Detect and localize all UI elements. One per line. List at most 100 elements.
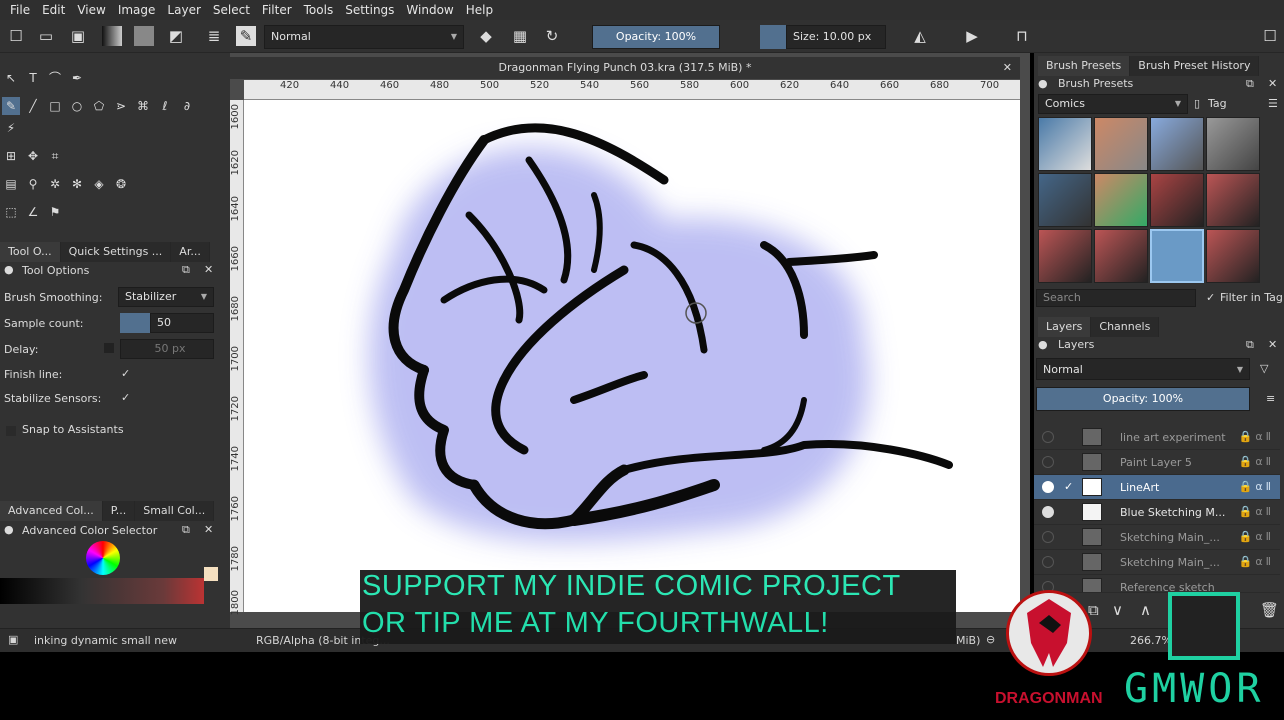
save-icon[interactable]: ▣ xyxy=(68,26,88,46)
color-wheel[interactable] xyxy=(86,541,120,575)
visibility-icon[interactable] xyxy=(1042,506,1054,518)
brush-preset[interactable] xyxy=(1206,229,1260,283)
tab-tool-options[interactable]: Tool O... xyxy=(0,242,61,262)
float-icon[interactable]: ⧉ xyxy=(1246,336,1254,354)
menu-icon[interactable]: ≡ xyxy=(1266,390,1275,408)
rect-select-icon[interactable]: ⬚ xyxy=(2,203,20,221)
new-document-icon[interactable]: ☐ xyxy=(6,26,26,46)
brush-preset[interactable] xyxy=(1094,117,1148,171)
preset-search-input[interactable]: Search xyxy=(1036,289,1196,307)
reference-tool-icon[interactable]: ⚑ xyxy=(46,203,64,221)
layer-lock-icon[interactable]: 🔒αⅡ xyxy=(1239,480,1274,493)
rectangle-tool-icon[interactable]: □ xyxy=(46,97,64,115)
calligraphy-icon[interactable]: ✒ xyxy=(68,69,86,87)
brush-settings-icon[interactable]: ≣ xyxy=(204,26,224,46)
layer-row[interactable]: Blue Sketching M... 🔒αⅡ xyxy=(1034,500,1280,525)
freehand-path-icon[interactable]: ℓ xyxy=(156,97,174,115)
color-swap-icon[interactable]: ◩ xyxy=(166,26,186,46)
mirror-vertical-icon[interactable]: ▶ xyxy=(962,26,982,46)
visibility-icon[interactable] xyxy=(1042,531,1054,543)
brush-preset-selected[interactable] xyxy=(1150,229,1204,283)
close-icon[interactable]: ✕ xyxy=(1268,336,1277,354)
move-up-icon[interactable]: ∧ xyxy=(1140,601,1151,619)
delay-checkbox[interactable] xyxy=(104,343,114,353)
transform-tool-icon[interactable]: ⊞ xyxy=(2,147,20,165)
brush-preset[interactable] xyxy=(1206,117,1260,171)
tab-small-color[interactable]: Small Col... xyxy=(135,501,215,521)
brush-preset[interactable] xyxy=(1038,173,1092,227)
tab-brush-history[interactable]: Brush Preset History xyxy=(1130,56,1260,76)
check-icon[interactable]: ✓ xyxy=(1064,480,1073,493)
pattern-icon[interactable] xyxy=(134,26,154,46)
tab-artistic[interactable]: Ar... xyxy=(171,242,210,262)
mirror-horizontal-icon[interactable]: ◭ xyxy=(910,26,930,46)
filter-check-icon[interactable]: ✓ xyxy=(1206,289,1215,307)
crop-icon[interactable]: ⊓ xyxy=(1012,26,1032,46)
color-swatch[interactable] xyxy=(204,567,218,581)
menu-settings[interactable]: Settings xyxy=(339,3,400,17)
float-icon[interactable]: ⧉ xyxy=(182,263,190,277)
tab-channels[interactable]: Channels xyxy=(1091,317,1160,337)
close-icon[interactable]: ✕ xyxy=(204,523,213,536)
snap-checkbox[interactable] xyxy=(6,426,16,436)
assistant-tool-icon[interactable]: ✻ xyxy=(68,175,86,193)
menu-layer[interactable]: Layer xyxy=(161,3,206,17)
multibrush-icon[interactable]: ⚡ xyxy=(2,119,20,137)
menu-window[interactable]: Window xyxy=(400,3,459,17)
layer-row[interactable]: Sketching Main_... 🔒αⅡ xyxy=(1034,525,1280,550)
brush-preset[interactable] xyxy=(1150,173,1204,227)
float-icon[interactable]: ⧉ xyxy=(182,523,190,537)
polygon-tool-icon[interactable]: ⬠ xyxy=(90,97,108,115)
filter-icon[interactable]: ▽ xyxy=(1260,360,1268,378)
dynamic-brush-icon[interactable]: ∂ xyxy=(178,97,196,115)
float-icon[interactable]: ⧉ xyxy=(1246,75,1254,93)
brush-preset[interactable] xyxy=(1206,173,1260,227)
eraser-icon[interactable]: ◆ xyxy=(476,26,496,46)
menu-view[interactable]: View xyxy=(71,3,111,17)
select-tool-icon[interactable]: ↖ xyxy=(2,69,20,87)
list-view-icon[interactable]: ☰ xyxy=(1268,95,1278,113)
measure-tool-icon[interactable]: ∠ xyxy=(24,203,42,221)
crop-tool-icon[interactable]: ⌗ xyxy=(46,147,64,165)
rotate-icon[interactable]: ⊖ xyxy=(986,633,995,646)
layer-lock-icon[interactable]: 🔒αⅡ xyxy=(1239,455,1274,468)
layer-blend-select[interactable]: Normal ▼ xyxy=(1036,358,1250,380)
color-strip[interactable] xyxy=(0,578,204,604)
opacity-slider[interactable]: Opacity: 100% xyxy=(592,25,720,49)
alpha-lock-icon[interactable]: ▦ xyxy=(510,26,530,46)
menu-filter[interactable]: Filter xyxy=(256,3,298,17)
delay-input[interactable]: 50 px xyxy=(120,339,214,359)
edit-shapes-icon[interactable]: ⌒ xyxy=(46,69,64,87)
tag-icon[interactable]: ▯ xyxy=(1194,95,1200,113)
layer-lock-icon[interactable]: 🔒αⅡ xyxy=(1239,430,1274,443)
layer-row[interactable]: line art experiment 🔒αⅡ xyxy=(1034,425,1280,450)
ellipse-tool-icon[interactable]: ○ xyxy=(68,97,86,115)
delete-layer-icon[interactable]: 🗑 xyxy=(1260,601,1279,619)
brush-preset[interactable] xyxy=(1094,229,1148,283)
close-icon[interactable]: ✕ xyxy=(1003,57,1012,79)
move-down-icon[interactable]: ∨ xyxy=(1112,601,1123,619)
gradient-icon[interactable] xyxy=(102,26,122,46)
close-icon[interactable]: ✕ xyxy=(1268,75,1277,93)
document-tab[interactable]: Dragonman Flying Punch 03.kra (317.5 MiB… xyxy=(230,57,1020,79)
layer-row[interactable]: Reference sketch xyxy=(1034,575,1280,593)
brush-preset[interactable] xyxy=(1150,117,1204,171)
gradient-tool-icon[interactable]: ▤ xyxy=(2,175,20,193)
brush-tool-icon[interactable]: ✎ xyxy=(2,97,20,115)
polyline-tool-icon[interactable]: ⋗ xyxy=(112,97,130,115)
preset-filter-select[interactable]: Comics ▼ xyxy=(1038,94,1188,114)
move-tool-icon[interactable]: ✥ xyxy=(24,147,42,165)
menu-help[interactable]: Help xyxy=(460,3,499,17)
tab-layers[interactable]: Layers xyxy=(1038,317,1092,337)
drawing-canvas[interactable] xyxy=(244,100,1020,612)
stabilize-sensors-check-icon[interactable]: ✓ xyxy=(121,391,130,404)
fill-tool-icon[interactable]: ◈ xyxy=(90,175,108,193)
tab-palette[interactable]: P... xyxy=(102,501,136,521)
tag-label[interactable]: Tag xyxy=(1208,95,1227,113)
close-icon[interactable]: ✕ xyxy=(204,263,213,276)
menu-image[interactable]: Image xyxy=(112,3,162,17)
sample-count-input[interactable]: 50 xyxy=(150,313,214,333)
text-tool-icon[interactable]: T xyxy=(24,69,42,87)
visibility-icon[interactable] xyxy=(1042,556,1054,568)
enclose-fill-icon[interactable]: ❂ xyxy=(112,175,130,193)
